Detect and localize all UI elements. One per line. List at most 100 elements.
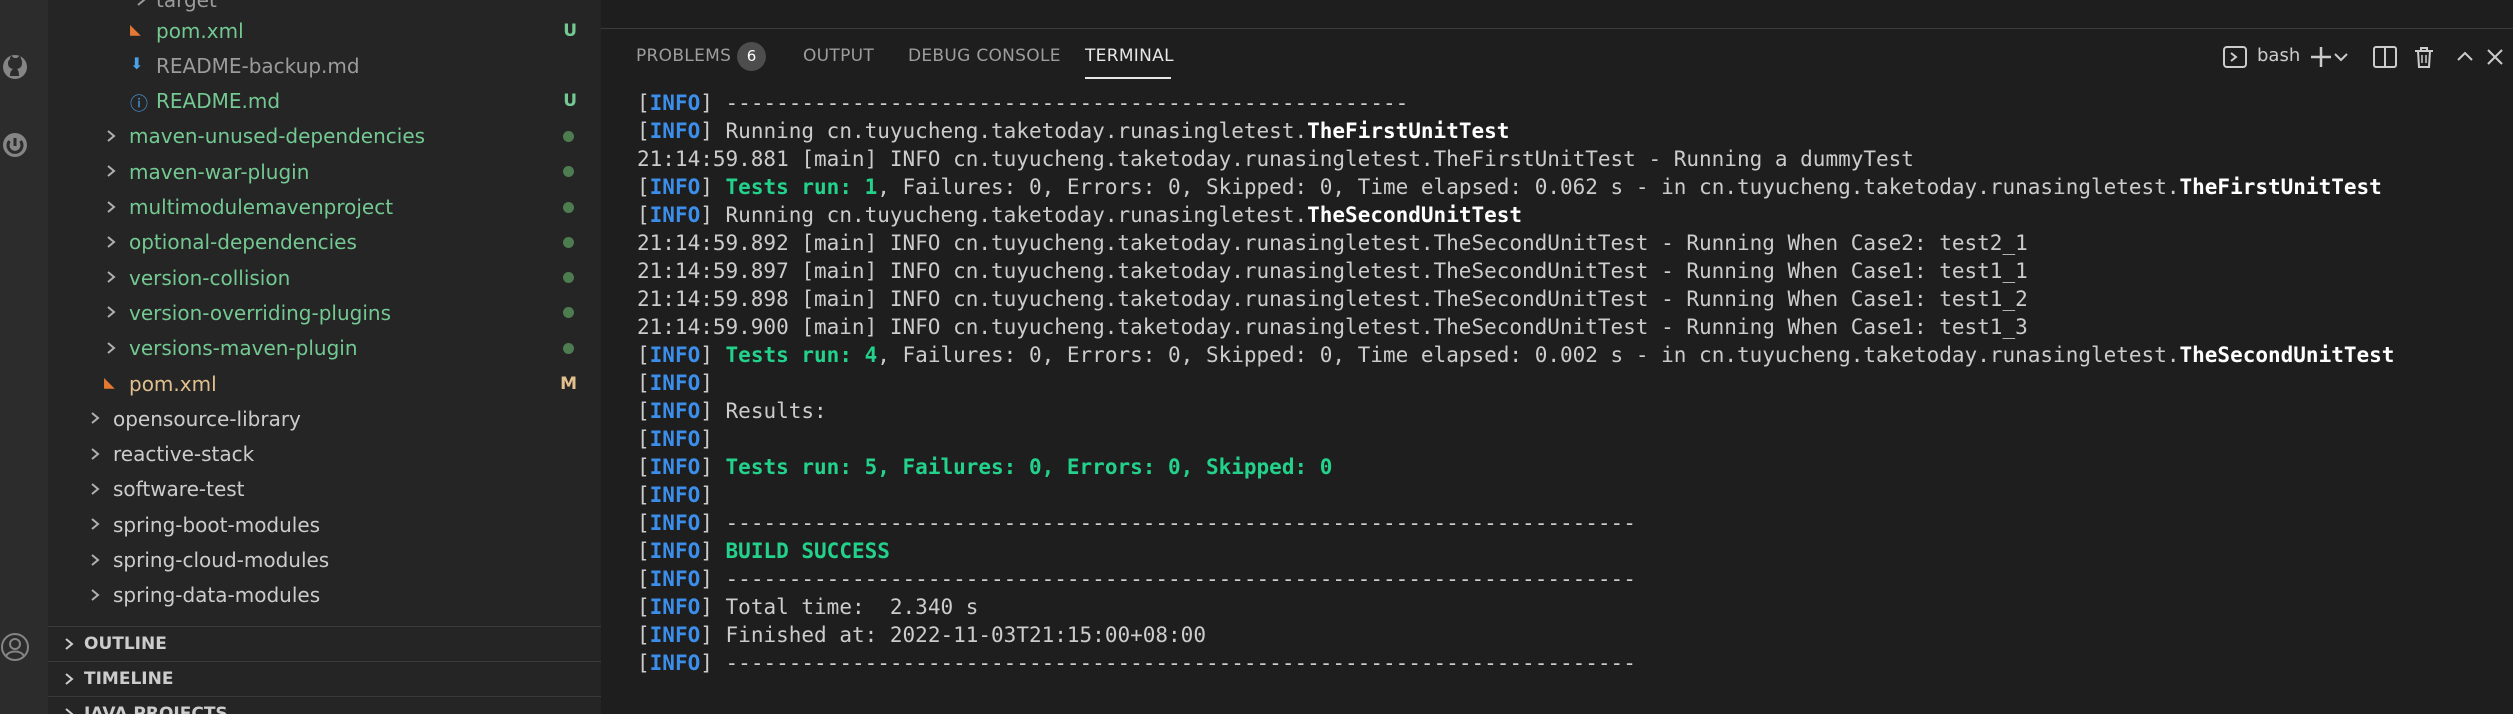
tree-item[interactable]: spring-boot-modules xyxy=(48,507,601,542)
tree-item-label: reactive-stack xyxy=(113,442,255,467)
chevron-right-icon xyxy=(91,483,100,495)
tree-item[interactable]: reactive-stack xyxy=(48,437,601,472)
tree-item-label: README-backup.md xyxy=(156,53,360,78)
tree-item[interactable]: versions-maven-plugin xyxy=(48,331,601,366)
terminal-line: [INFO] xyxy=(637,427,713,451)
bottom-panel: PROBLEMS 6 OUTPUT DEBUG CONSOLE TERMINAL… xyxy=(601,29,2513,714)
tree-item-label: versions-maven-plugin xyxy=(129,336,358,361)
terminal-line: [INFO] xyxy=(637,483,713,507)
chevron-right-icon xyxy=(65,638,74,650)
terminal-line: [INFO] Tests run: 4, Failures: 0, Errors… xyxy=(637,343,2395,367)
tree-item-label: spring-data-modules xyxy=(113,583,321,608)
terminal-icon[interactable] xyxy=(2221,42,2249,72)
tab-output[interactable]: OUTPUT xyxy=(803,46,874,66)
problems-count-badge: 6 xyxy=(737,42,766,71)
chevron-right-icon xyxy=(65,708,74,714)
section-label: TIMELINE xyxy=(84,669,174,689)
tree-item-label: maven-unused-dependencies xyxy=(129,124,426,149)
terminal-name[interactable]: bash xyxy=(2257,45,2300,66)
tree-item[interactable]: multimodulemavenproject xyxy=(48,190,601,225)
terminal-line: [INFO] Running cn.tuyucheng.taketoday.ru… xyxy=(637,119,1510,143)
tree-item-label: spring-cloud-modules xyxy=(113,548,330,572)
tree-item[interactable]: ◣ pom.xml U xyxy=(48,13,601,48)
tree-item-label: pom.xml xyxy=(156,18,244,43)
terminal-line: 21:14:59.898 [main] INFO cn.tuyucheng.ta… xyxy=(637,287,2028,311)
section-java-projects[interactable]: JAVA PROJECTS xyxy=(48,696,601,714)
github-icon[interactable] xyxy=(0,52,30,82)
git-status-dot xyxy=(563,307,574,319)
tab-problems[interactable]: PROBLEMS xyxy=(636,46,731,66)
rss-icon: ◣ xyxy=(104,375,115,391)
tree-item-label: maven-war-plugin xyxy=(129,159,310,184)
tree-item-label: README.md xyxy=(156,89,281,114)
chevron-right-icon xyxy=(107,341,116,354)
tree-item-label: version-overriding-plugins xyxy=(129,300,391,325)
git-status-badge: M xyxy=(560,373,577,394)
tree-item-label: optional-dependencies xyxy=(129,230,357,255)
chevron-down-icon[interactable] xyxy=(2331,42,2351,72)
chevron-right-icon xyxy=(137,0,146,6)
git-status-dot xyxy=(563,130,574,142)
tree-item[interactable]: ◣ pom.xml M xyxy=(48,366,601,401)
git-status-dot xyxy=(563,272,574,284)
chevron-right-icon xyxy=(107,130,116,142)
tree-item[interactable]: version-collision xyxy=(48,260,601,295)
terminal-line: [INFO] ---------------------------------… xyxy=(637,511,1636,535)
chevron-right-icon xyxy=(107,236,116,248)
tree-item[interactable]: version-overriding-plugins xyxy=(48,295,601,330)
git-status-badge: U xyxy=(563,91,577,112)
chevron-right-icon xyxy=(107,165,116,177)
tab-debug-console[interactable]: DEBUG CONSOLE xyxy=(908,46,1061,66)
tree-item-label: multimodulemavenproject xyxy=(129,195,394,219)
download-arrow-icon: ⬇ xyxy=(130,54,144,74)
chevron-right-icon xyxy=(107,306,116,319)
tree-item-label: software-test xyxy=(113,477,245,502)
account-icon[interactable] xyxy=(0,632,30,662)
section-timeline[interactable]: TIMELINE xyxy=(48,661,601,696)
chevron-right-icon xyxy=(91,518,100,530)
section-outline[interactable]: OUTLINE xyxy=(48,626,601,661)
tree-item-label: spring-boot-modules xyxy=(113,512,321,537)
tree-item[interactable]: maven-unused-dependencies xyxy=(48,119,601,154)
info-icon: ⓘ xyxy=(130,93,148,115)
rss-icon: ◣ xyxy=(130,22,141,38)
git-status-badge: U xyxy=(563,20,577,41)
tree-item[interactable]: software-test xyxy=(48,472,601,507)
tree-item[interactable]: spring-cloud-modules xyxy=(48,543,601,578)
git-status-dot xyxy=(563,166,574,178)
terminal-line: 21:14:59.897 [main] INFO cn.tuyucheng.ta… xyxy=(637,259,2028,283)
active-tab-indicator xyxy=(1085,77,1171,79)
tree-item-label: opensource-library xyxy=(113,406,301,431)
split-icon[interactable] xyxy=(2371,42,2399,72)
tree-item[interactable]: optional-dependencies xyxy=(48,225,601,260)
tree-item[interactable]: maven-war-plugin xyxy=(48,154,601,189)
chevron-right-icon xyxy=(91,553,100,566)
chevron-right-icon xyxy=(91,412,100,425)
terminal-line: [INFO] Tests run: 5, Failures: 0, Errors… xyxy=(637,455,1333,479)
section-label: JAVA PROJECTS xyxy=(84,704,228,714)
terminal-line: [INFO] ---------------------------------… xyxy=(637,91,1409,115)
trash-icon[interactable] xyxy=(2410,42,2438,72)
terminal-output[interactable]: [INFO] ---------------------------------… xyxy=(637,89,2497,677)
chevron-right-icon xyxy=(107,200,116,213)
tree-item-label: pom.xml xyxy=(129,371,217,396)
editor-area xyxy=(601,0,2513,29)
terminal-line: 21:14:59.900 [main] INFO cn.tuyucheng.ta… xyxy=(637,315,2028,339)
git-status-dot xyxy=(563,236,574,248)
chevron-up-icon[interactable] xyxy=(2451,42,2479,72)
explorer-sidebar: target ◣ pom.xml U ⬇ README-backup.md ⓘ README… xyxy=(48,0,601,714)
chevron-right-icon xyxy=(107,271,116,283)
terminal-line: [INFO] BUILD SUCCESS xyxy=(637,539,890,563)
tree-item[interactable]: ⓘ README.md U xyxy=(48,84,601,119)
terminal-line: [INFO] Running cn.tuyucheng.taketoday.ru… xyxy=(637,203,1523,227)
tree-item[interactable]: ⬇ README-backup.md xyxy=(48,48,601,83)
close-icon[interactable] xyxy=(2481,42,2509,72)
terminal-line: [INFO] xyxy=(637,371,713,395)
tree-item[interactable]: opensource-library xyxy=(48,401,601,436)
terminal-line: [INFO] ---------------------------------… xyxy=(637,567,1636,591)
terminal-line: 21:14:59.892 [main] INFO cn.tuyucheng.ta… xyxy=(637,231,2028,255)
tab-terminal[interactable]: TERMINAL xyxy=(1085,46,1174,66)
tree-item[interactable]: spring-data-modules xyxy=(48,578,601,613)
remote-explorer-icon[interactable] xyxy=(0,130,30,160)
chevron-right-icon xyxy=(65,673,74,685)
